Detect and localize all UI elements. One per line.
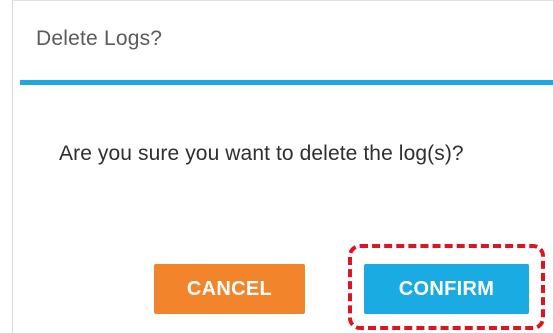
cancel-button[interactable]: CANCEL <box>154 264 305 314</box>
dialog-message: Are you sure you want to delete the log(… <box>59 142 464 165</box>
dialog-title: Delete Logs? <box>36 27 163 50</box>
confirm-button[interactable]: CONFIRM <box>364 264 529 314</box>
delete-logs-dialog: Delete Logs? Are you sure you want to de… <box>12 0 553 333</box>
title-divider <box>20 80 553 85</box>
